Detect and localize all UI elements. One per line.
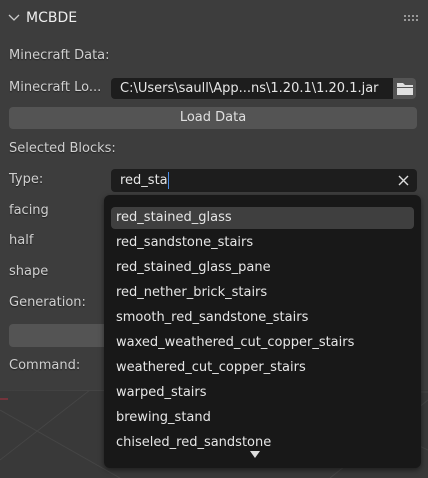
chevron-down-icon [8, 14, 20, 21]
dropdown-item[interactable]: smooth_red_sandstone_stairs [111, 307, 414, 329]
property-shape-label: shape [9, 264, 49, 279]
dropdown-item[interactable]: brewing_stand [111, 407, 414, 429]
panel-title: MCBDE [26, 10, 78, 26]
minecraft-location-label: Minecraft Lo... [9, 80, 102, 95]
property-facing-label: facing [9, 203, 49, 218]
folder-icon [397, 83, 413, 95]
minecraft-location-field[interactable]: C:\Users\saull\App...ns\1.20.1\1.20.1.ja… [111, 78, 393, 99]
command-label: Command: [9, 358, 81, 373]
browse-folder-button[interactable] [393, 78, 416, 99]
dropdown-item[interactable]: chiseled_red_sandstone [111, 432, 414, 454]
property-half-label: half [9, 233, 34, 248]
dropdown-item[interactable]: red_stained_glass [111, 207, 414, 229]
minecraft-location-value: C:\Users\saull\App...ns\1.20.1\1.20.1.ja… [120, 81, 379, 96]
clear-icon[interactable] [398, 175, 409, 186]
dropdown-item[interactable]: warped_stairs [111, 382, 414, 404]
minecraft-data-label: Minecraft Data: [9, 48, 110, 63]
dropdown-item[interactable]: red_sandstone_stairs [111, 232, 414, 254]
selected-blocks-label: Selected Blocks: [9, 141, 116, 156]
load-data-button[interactable]: Load Data [9, 107, 417, 129]
type-input-value: red_sta [120, 173, 168, 188]
dropdown-item[interactable]: red_stained_glass_pane [111, 257, 414, 279]
scroll-down-arrow-icon[interactable] [250, 451, 260, 459]
dropdown-item[interactable]: weathered_cut_copper_stairs [111, 357, 414, 379]
dropdown-item[interactable]: waxed_weathered_cut_copper_stairs [111, 332, 414, 354]
type-suggestions-dropdown: red_stained_glass red_sandstone_stairs r… [104, 195, 421, 468]
type-search-input[interactable]: red_sta [111, 169, 417, 192]
panel-header[interactable]: MCBDE [0, 0, 428, 36]
dropdown-item[interactable]: red_nether_brick_stairs [111, 282, 414, 304]
type-label: Type: [9, 172, 44, 187]
generation-label: Generation: [9, 295, 86, 310]
text-cursor [167, 172, 169, 189]
drag-handle-icon[interactable] [404, 15, 420, 21]
